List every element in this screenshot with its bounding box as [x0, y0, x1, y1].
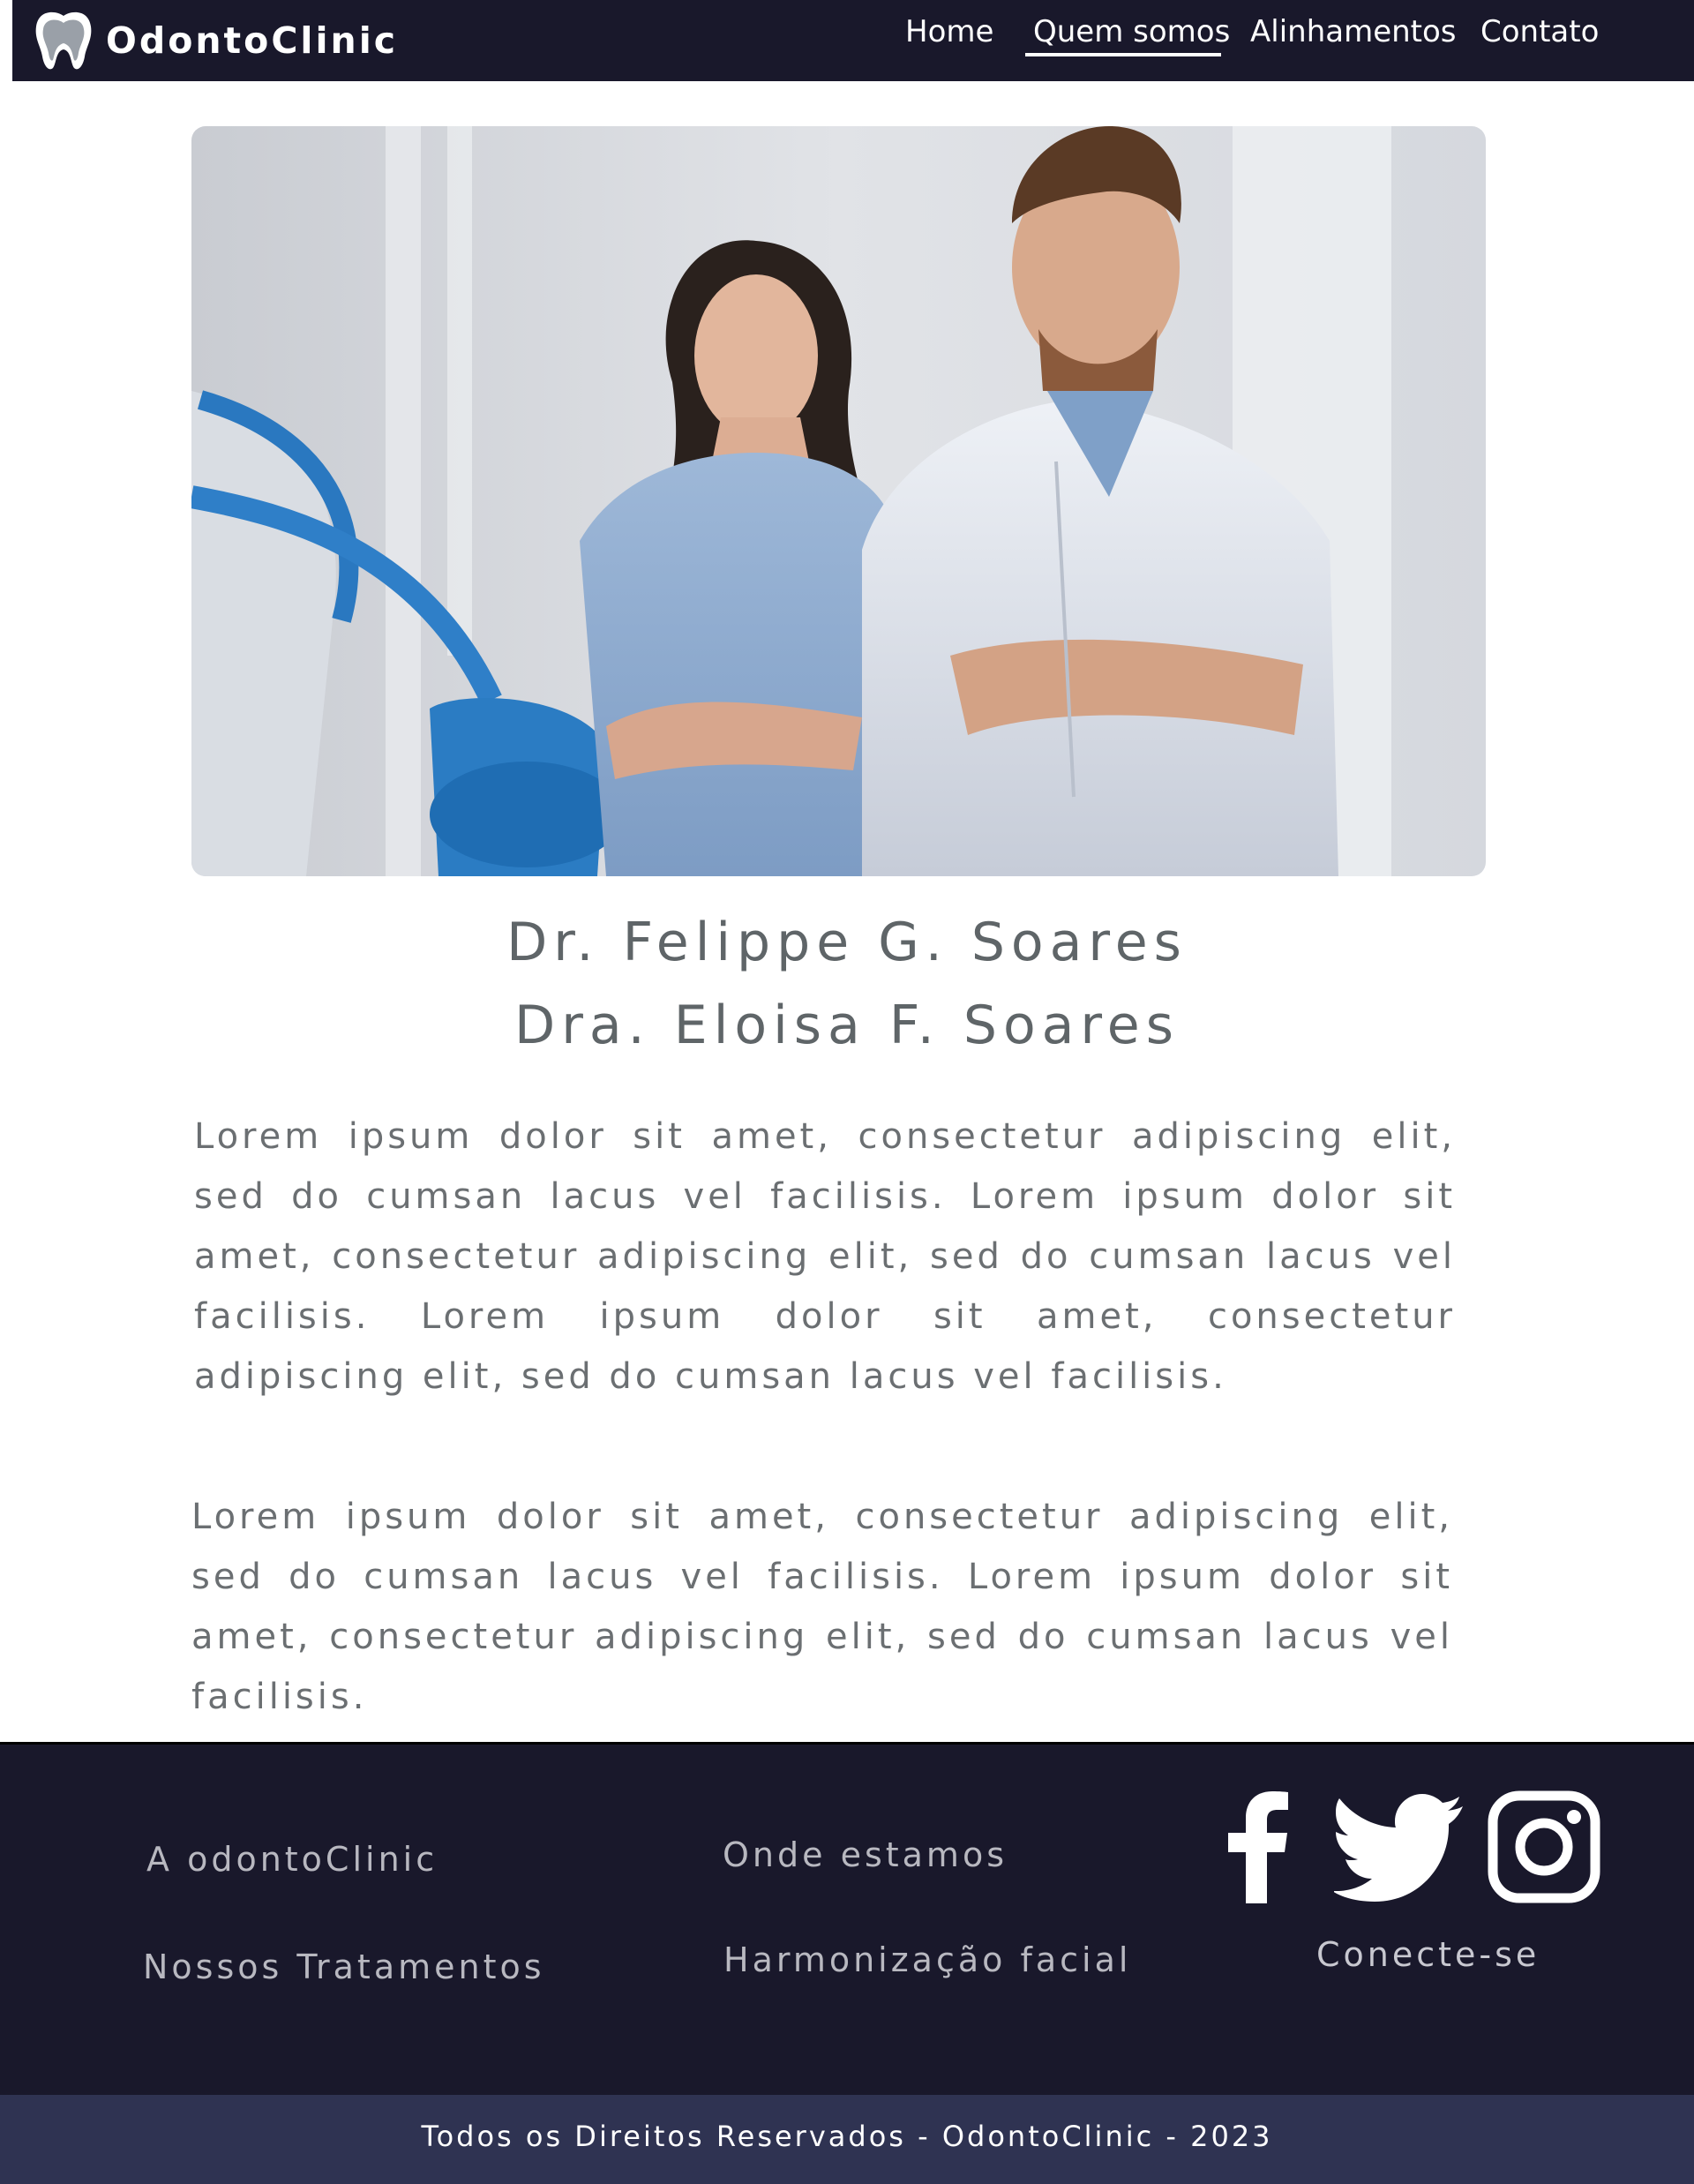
- nav-contato[interactable]: Contato: [1480, 14, 1599, 49]
- about-paragraph-2: Lorem ipsum dolor sit amet, consectetur …: [191, 1497, 1453, 1717]
- copyright-text: Todos os Direitos Reservados - OdontoCli…: [421, 2120, 1273, 2153]
- facebook-icon[interactable]: [1226, 1790, 1290, 1903]
- dentists-photo: [191, 126, 1486, 876]
- nav-quem-somos[interactable]: Quem somos: [1033, 14, 1230, 49]
- footer-link-facial-harmonization[interactable]: Harmonização facial: [723, 1940, 1131, 1979]
- doctor-name-1: Dr. Felippe G. Soares: [506, 912, 1188, 973]
- copyright-bar: Todos os Direitos Reservados - OdontoCli…: [0, 2095, 1694, 2184]
- nav-alinhamentos[interactable]: Alinhamentos: [1250, 14, 1457, 49]
- social-label: Conecte-se: [1316, 1935, 1540, 1974]
- main-nav: Home Quem somos Alinhamentos Contato: [12, 0, 1694, 81]
- nav-home[interactable]: Home: [905, 14, 993, 49]
- about-paragraph-1: Lorem ipsum dolor sit amet, consectetur …: [194, 1116, 1456, 1397]
- footer-link-location[interactable]: Onde estamos: [723, 1835, 1008, 1874]
- active-nav-indicator: [1025, 53, 1221, 56]
- footer-link-about[interactable]: A odontoClinic: [146, 1840, 438, 1879]
- footer: A odontoClinic Nossos Tratamentos Onde e…: [0, 1745, 1694, 2095]
- top-navbar: OdontoClinic Home Quem somos Alinhamento…: [12, 0, 1694, 81]
- doctor-name-2: Dra. Eloisa F. Soares: [514, 994, 1180, 1056]
- twitter-icon[interactable]: [1334, 1794, 1465, 1902]
- instagram-icon[interactable]: [1488, 1790, 1600, 1903]
- footer-link-treatments[interactable]: Nossos Tratamentos: [143, 1948, 545, 1986]
